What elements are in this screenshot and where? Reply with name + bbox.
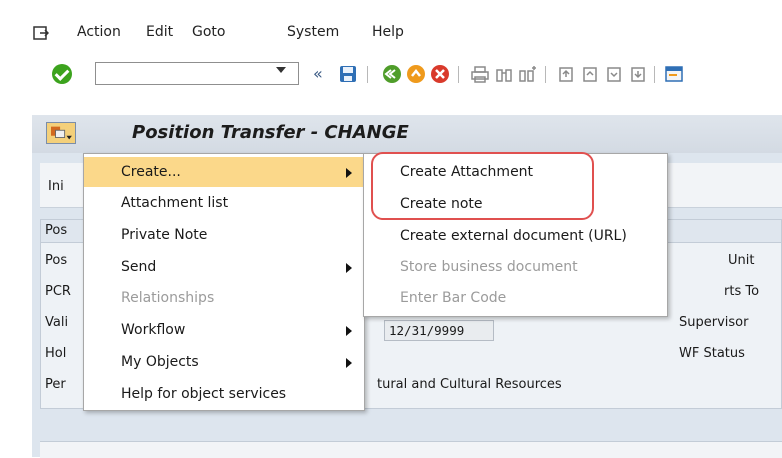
find-icon[interactable] <box>494 64 514 84</box>
create-submenu: Create Attachment Create note Create ext… <box>363 153 668 317</box>
menu-item-create[interactable]: Create... <box>84 157 364 187</box>
menu-item-label: Create... <box>121 164 181 180</box>
menu-system[interactable]: System <box>287 24 339 40</box>
menu-item-create-attachment[interactable]: Create Attachment <box>364 157 667 187</box>
menu-bar: Action Edit Goto System Help <box>0 14 782 50</box>
submenu-arrow-icon <box>346 168 352 178</box>
menu-item-label: My Objects <box>121 354 199 370</box>
history-back-icon[interactable]: « <box>313 64 323 83</box>
menu-item-label: Workflow <box>121 322 186 338</box>
screen-title-bar: Position Transfer - CHANGE <box>32 115 782 153</box>
valid-to-date-field[interactable]: 12/31/9999 <box>384 320 494 341</box>
menu-item-label: Create Attachment <box>400 164 534 180</box>
menu-item-create-external-document[interactable]: Create external document (URL) <box>364 221 667 251</box>
menu-item-workflow[interactable]: Workflow <box>84 315 364 345</box>
menu-item-send[interactable]: Send <box>84 252 364 282</box>
field-label-supervisor: Supervisor <box>679 315 749 330</box>
bottom-panel <box>40 441 782 458</box>
object-services-menu: Create... Attachment list Private Note S… <box>83 153 365 411</box>
menu-item-label: Create external document (URL) <box>400 228 627 244</box>
object-services-menu-icon[interactable] <box>46 122 76 144</box>
page-title: Position Transfer - CHANGE <box>132 122 409 143</box>
menu-item-enter-bar-code: Enter Bar Code <box>364 283 667 313</box>
field-label-holder: Hol <box>45 346 67 361</box>
menu-goto[interactable]: Goto <box>192 24 225 40</box>
menu-item-label: Relationships <box>121 290 215 306</box>
menu-help[interactable]: Help <box>372 24 404 40</box>
last-page-icon[interactable] <box>628 64 648 84</box>
menu-item-attachment-list[interactable]: Attachment list <box>84 188 364 218</box>
new-session-icon[interactable] <box>664 64 684 84</box>
field-label-wf-status: WF Status <box>679 346 745 361</box>
menu-item-private-note[interactable]: Private Note <box>84 220 364 250</box>
panel-header-label: Pos <box>45 223 68 238</box>
menu-item-my-objects[interactable]: My Objects <box>84 347 364 377</box>
field-label-pcr: PCR <box>45 284 71 299</box>
toolbar-separator <box>458 66 459 83</box>
menu-item-label: Private Note <box>121 227 208 243</box>
submenu-arrow-icon <box>346 263 352 273</box>
menu-item-label: Create note <box>400 196 483 212</box>
toolbar-separator <box>654 66 655 83</box>
find-next-icon[interactable] <box>518 64 538 84</box>
print-icon[interactable] <box>470 64 490 84</box>
exit-menu-icon[interactable] <box>33 26 49 40</box>
save-icon[interactable] <box>338 64 358 84</box>
menu-item-relationships: Relationships <box>84 283 364 313</box>
command-field[interactable] <box>95 62 299 85</box>
menu-item-create-note[interactable]: Create note <box>364 189 667 219</box>
menu-item-label: Enter Bar Code <box>400 290 507 306</box>
tab-initial[interactable]: Ini <box>48 179 64 194</box>
standard-toolbar: « <box>0 60 782 90</box>
field-label-reports-to: rts To <box>724 284 760 299</box>
submenu-arrow-icon <box>346 326 352 336</box>
submenu-arrow-icon <box>346 358 352 368</box>
field-label-unit: Unit <box>728 253 755 268</box>
menu-action[interactable]: Action <box>77 24 121 40</box>
next-page-icon[interactable] <box>604 64 624 84</box>
toolbar-separator <box>545 66 546 83</box>
first-page-icon[interactable] <box>556 64 576 84</box>
menu-item-help-object-services[interactable]: Help for object services <box>84 379 364 409</box>
chevron-down-icon[interactable] <box>276 66 286 74</box>
menu-item-label: Help for object services <box>121 386 287 402</box>
menu-item-store-business-document: Store business document <box>364 252 667 282</box>
org-unit-text: tural and Cultural Resources <box>377 377 562 392</box>
exit-icon[interactable] <box>406 64 426 84</box>
previous-page-icon[interactable] <box>580 64 600 84</box>
menu-item-label: Send <box>121 259 157 275</box>
enter-check-icon[interactable] <box>52 64 72 84</box>
toolbar-separator <box>367 66 368 83</box>
back-icon[interactable] <box>382 64 402 84</box>
menu-edit[interactable]: Edit <box>146 24 173 40</box>
field-label-personnel: Per <box>45 377 66 392</box>
menu-item-label: Attachment list <box>121 195 229 211</box>
menu-item-label: Store business document <box>400 259 578 275</box>
cancel-icon[interactable] <box>430 64 450 84</box>
field-label-position: Pos <box>45 253 68 268</box>
field-label-validity: Vali <box>45 315 69 330</box>
